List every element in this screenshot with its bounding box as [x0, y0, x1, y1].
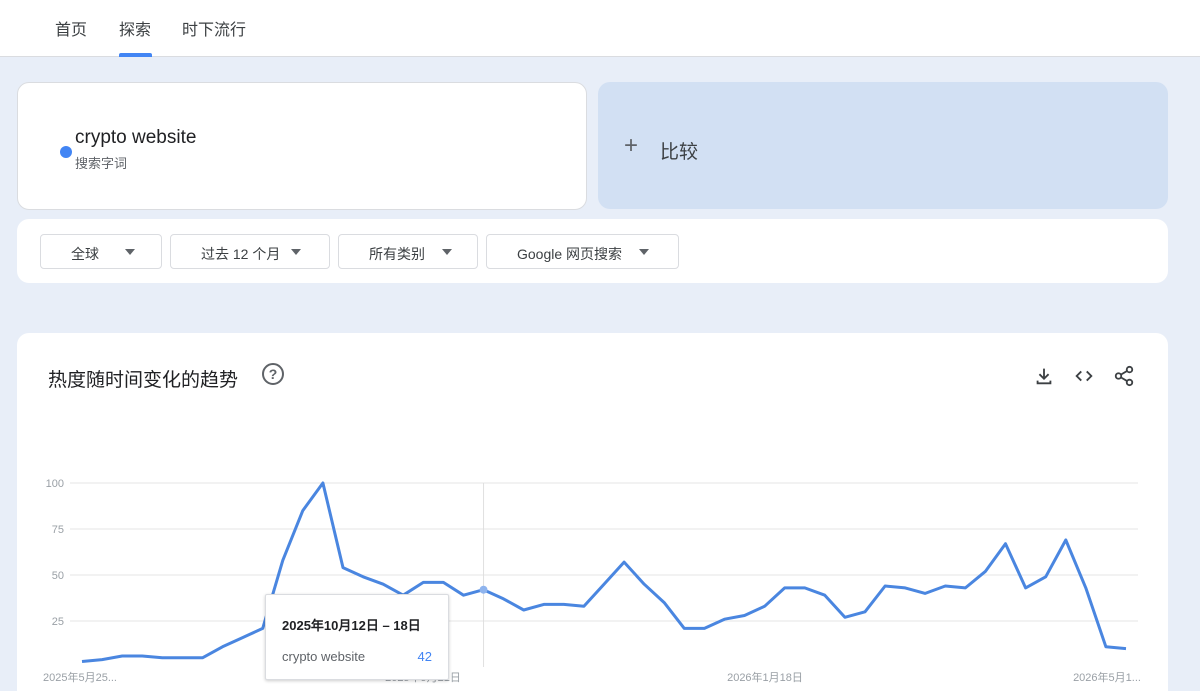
data-point[interactable]	[479, 585, 488, 594]
data-point[interactable]	[522, 608, 526, 612]
data-point[interactable]	[863, 610, 867, 614]
y-tick-label: 75	[52, 524, 64, 536]
x-tick-label: 2026年1月18日	[727, 670, 803, 684]
data-point[interactable]	[983, 569, 987, 573]
data-point[interactable]	[582, 604, 586, 608]
data-point[interactable]	[140, 654, 144, 658]
data-point[interactable]	[421, 580, 425, 584]
data-point[interactable]	[502, 597, 506, 601]
tooltip-value: 42	[417, 649, 432, 664]
data-point[interactable]	[1024, 586, 1028, 590]
y-tick-label: 50	[52, 570, 64, 582]
data-point[interactable]	[943, 584, 947, 588]
data-point[interactable]	[963, 586, 967, 590]
data-point[interactable]	[1104, 645, 1108, 649]
data-point[interactable]	[722, 617, 726, 621]
data-point[interactable]	[160, 656, 164, 660]
data-point[interactable]	[803, 586, 807, 590]
x-tick-label: 2025年5月25...	[43, 670, 117, 684]
data-point[interactable]	[461, 593, 465, 597]
x-tick-label: 2026年5月1...	[1073, 670, 1141, 684]
data-point[interactable]	[281, 558, 285, 562]
data-point[interactable]	[743, 613, 747, 617]
data-point[interactable]	[602, 582, 606, 586]
data-point[interactable]	[1084, 586, 1088, 590]
chart-tooltip: 2025年10月12日 – 18日 crypto website 42	[265, 594, 449, 680]
data-point[interactable]	[301, 509, 305, 513]
data-point[interactable]	[662, 601, 666, 605]
data-point[interactable]	[542, 602, 546, 606]
data-point[interactable]	[120, 654, 124, 658]
data-point[interactable]	[682, 626, 686, 630]
data-point[interactable]	[241, 636, 245, 640]
data-point[interactable]	[1004, 542, 1008, 546]
data-point[interactable]	[903, 586, 907, 590]
data-point[interactable]	[321, 481, 325, 485]
data-point[interactable]	[783, 586, 787, 590]
y-tick-label: 100	[46, 478, 64, 490]
data-point[interactable]	[180, 656, 184, 660]
data-point[interactable]	[1124, 647, 1128, 651]
data-point[interactable]	[763, 604, 767, 608]
data-point[interactable]	[622, 560, 626, 564]
data-point[interactable]	[1044, 575, 1048, 579]
data-point[interactable]	[100, 658, 104, 662]
data-point[interactable]	[361, 575, 365, 579]
data-point[interactable]	[80, 659, 84, 663]
data-point[interactable]	[1064, 538, 1068, 542]
data-point[interactable]	[883, 584, 887, 588]
data-point[interactable]	[562, 602, 566, 606]
tooltip-term: crypto website	[282, 649, 366, 664]
data-point[interactable]	[441, 580, 445, 584]
data-point[interactable]	[200, 656, 204, 660]
series-line[interactable]	[81, 481, 1127, 663]
data-point[interactable]	[642, 582, 646, 586]
data-point[interactable]	[843, 615, 847, 619]
data-point[interactable]	[702, 626, 706, 630]
y-tick-label: 25	[52, 616, 64, 628]
tooltip-date: 2025年10月12日 – 18日	[282, 618, 421, 633]
trend-chart: 2550751002025年5月25...2025年9月21日2026年1月18…	[43, 478, 1141, 684]
data-point[interactable]	[381, 582, 385, 586]
data-point[interactable]	[923, 591, 927, 595]
data-point[interactable]	[221, 645, 225, 649]
data-point[interactable]	[823, 593, 827, 597]
data-point[interactable]	[341, 566, 345, 570]
